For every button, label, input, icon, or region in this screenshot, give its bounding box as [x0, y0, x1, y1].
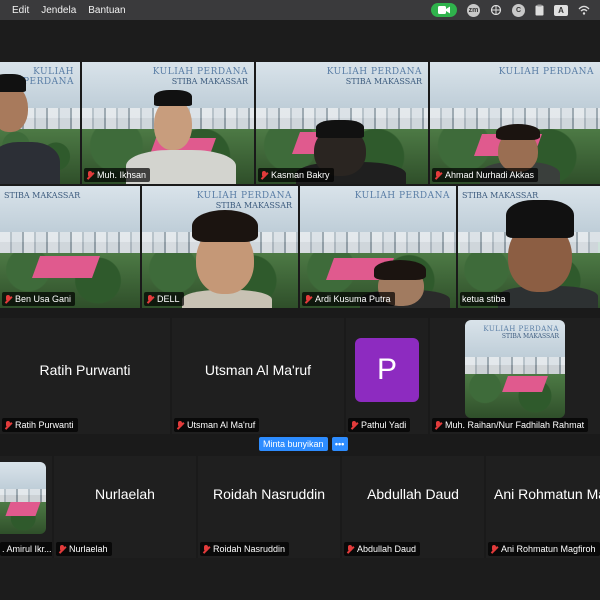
- participant-name-tag: Nurlaelah: [56, 542, 112, 556]
- participant-tile[interactable]: Utsman Al Ma'ruf Utsman Al Ma'ruf: [172, 318, 344, 434]
- participant-name-tag: ketua stiba: [460, 292, 510, 306]
- avatar-image: [0, 462, 46, 534]
- participant-tile[interactable]: KULIAH PERDANA Ahmad Nurhadi Akkas: [430, 62, 600, 184]
- unmute-request-bar: Minta bunyikan •••: [259, 437, 348, 451]
- virtual-background: STIBA MAKASSAR: [0, 186, 140, 308]
- muted-mic-icon: [176, 420, 184, 430]
- participant-tile[interactable]: KULIAH PERDANA STIBA MAKASSAR DELL: [142, 186, 298, 308]
- muted-mic-icon: [58, 544, 66, 554]
- request-unmute-button[interactable]: Minta bunyikan: [259, 437, 328, 451]
- muted-mic-icon: [304, 294, 312, 304]
- participant-display-name: Abdullah Daud: [367, 486, 459, 502]
- banner-title: KULIAH PERDANA STIBA MAKASSAR: [196, 191, 292, 210]
- network-icon[interactable]: [490, 5, 502, 15]
- muted-mic-icon: [350, 420, 358, 430]
- banner-title: KULIAH PERDANA STIBA MAKASSAR: [152, 67, 248, 86]
- menu-bar: Edit Jendela Bantuan zm C A: [0, 0, 600, 20]
- participant-tile[interactable]: KULIAH PERDANA STIBA MAKASSAR Muh. Ikhsan: [82, 62, 254, 184]
- participant-tile[interactable]: Ratih Purwanti Ratih Purwanti: [0, 318, 170, 434]
- participant-tile[interactable]: . Amirul Ikr...: [0, 456, 52, 558]
- menu-jendela[interactable]: Jendela: [41, 5, 76, 16]
- muted-mic-icon: [434, 420, 442, 430]
- c-app-icon[interactable]: C: [512, 3, 525, 17]
- muted-mic-icon: [202, 544, 210, 554]
- clipboard-icon[interactable]: [535, 4, 544, 16]
- avatar: P: [355, 338, 419, 402]
- zoom-camera-icon[interactable]: [431, 3, 457, 17]
- participant-name-tag: Ardi Kusuma Putra: [302, 292, 395, 306]
- more-options-button[interactable]: •••: [331, 437, 348, 451]
- muted-mic-icon: [4, 420, 12, 430]
- participant-tile[interactable]: Roidah Nasruddin Roidah Nasruddin: [198, 456, 340, 558]
- input-source-icon[interactable]: A: [554, 4, 568, 16]
- banner-title: KULIAH PERDANA STIBA MAKASSAR: [483, 325, 559, 340]
- participant-name-tag: Pathul Yadi: [348, 418, 411, 432]
- muted-mic-icon: [4, 294, 12, 304]
- participant-name-tag: Utsman Al Ma'ruf: [174, 418, 260, 432]
- participant-name-tag: Kasman Bakry: [258, 168, 334, 182]
- participant-name-tag: Ben Usa Gani: [2, 292, 76, 306]
- participant-display-name: Roidah Nasruddin: [212, 486, 326, 502]
- participant-tile[interactable]: Nurlaelah Nurlaelah: [54, 456, 196, 558]
- participant-name-tag: Ahmad Nurhadi Akkas: [432, 168, 539, 182]
- participant-tile[interactable]: STIBA MAKASSAR Ben Usa Gani: [0, 186, 140, 308]
- participant-name-tag: Muh. Raihan/Nur Fadhilah Rahmat: [432, 418, 589, 432]
- participant-tile[interactable]: KULIAH PERDANA: [0, 62, 80, 184]
- participant-display-name: Utsman Al Ma'ruf: [204, 362, 312, 378]
- participant-display-name: Ratih Purwanti: [39, 362, 131, 378]
- avatar-image: KULIAH PERDANA STIBA MAKASSAR: [465, 320, 565, 418]
- participant-tile[interactable]: KULIAH PERDANA STIBA MAKASSAR Kasman Bakr…: [256, 62, 428, 184]
- muted-mic-icon: [260, 170, 268, 180]
- participant-name-tag: Muh. Ikhsan: [84, 168, 151, 182]
- meeting-bottom-strip: [0, 558, 600, 600]
- muted-mic-icon: [346, 544, 354, 554]
- participant-display-name: Ani Rohmatun Mag: [494, 486, 600, 502]
- zoom-status-icon[interactable]: zm: [467, 3, 480, 17]
- participant-name-tag: Ani Rohmatun Magfiroh: [488, 542, 600, 556]
- participant-display-name: Nurlaelah: [95, 486, 155, 502]
- active-speaker-tile[interactable]: STIBA MAKASSAR ketua stiba: [458, 186, 600, 308]
- muted-mic-icon: [490, 544, 498, 554]
- banner-title: KULIAH PERDANA STIBA MAKASSAR: [326, 67, 422, 86]
- participant-name-tag: Abdullah Daud: [344, 542, 421, 556]
- participant-name-tag: DELL: [144, 292, 184, 306]
- muted-mic-icon: [146, 294, 154, 304]
- participant-name-tag: Ratih Purwanti: [2, 418, 78, 432]
- menu-bantuan[interactable]: Bantuan: [88, 5, 125, 16]
- participant-tile[interactable]: KULIAH PERDANA STIBA MAKASSAR Muh. Raihan…: [430, 318, 600, 434]
- banner-title: KULIAH PERDANA: [354, 191, 450, 201]
- status-tray: zm C A: [431, 0, 600, 20]
- participant-tile[interactable]: KULIAH PERDANA Ardi Kusuma Putra: [300, 186, 456, 308]
- meeting-top-strip: [0, 20, 600, 62]
- participant-tile[interactable]: Ani Rohmatun Mag Ani Rohmatun Magfiroh: [486, 456, 600, 558]
- participant-name-tag: . Amirul Ikr...: [0, 542, 52, 556]
- banner-title: KULIAH PERDANA: [498, 67, 594, 77]
- menu-edit[interactable]: Edit: [12, 5, 29, 16]
- participant-name-tag: Roidah Nasruddin: [200, 542, 290, 556]
- wifi-icon[interactable]: [578, 5, 590, 15]
- banner-title: STIBA MAKASSAR: [4, 191, 81, 200]
- participant-tile[interactable]: Abdullah Daud Abdullah Daud: [342, 456, 484, 558]
- muted-mic-icon: [434, 170, 442, 180]
- participant-tile[interactable]: P Pathul Yadi: [346, 318, 428, 434]
- muted-mic-icon: [86, 170, 94, 180]
